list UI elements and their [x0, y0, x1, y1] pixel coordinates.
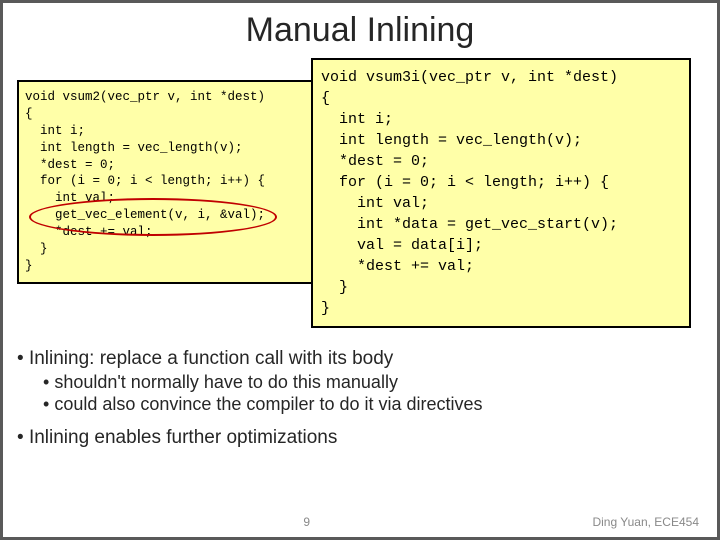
bullet-further-opt: Inlining enables further optimizations — [29, 427, 337, 448]
code-block-vsum3i: void vsum3i(vec_ptr v, int *dest) { int … — [311, 58, 691, 328]
bullet-inlining-def: Inlining: replace a function call with i… — [29, 348, 393, 369]
code-row: void vsum2(vec_ptr v, int *dest) { int i… — [17, 58, 703, 328]
bullet-manual-note: shouldn't normally have to do this manua… — [54, 372, 398, 392]
slide-frame: Manual Inlining void vsum2(vec_ptr v, in… — [0, 0, 720, 540]
slide-footer: 9 Ding Yuan, ECE454 — [3, 515, 717, 529]
bullet-compiler-note: could also convince the compiler to do i… — [54, 394, 482, 414]
page-number: 9 — [21, 515, 592, 529]
bullet-list: Inlining: replace a function call with i… — [17, 348, 703, 461]
author-label: Ding Yuan, ECE454 — [592, 515, 699, 529]
code-block-vsum2: void vsum2(vec_ptr v, int *dest) { int i… — [17, 80, 315, 284]
slide-title: Manual Inlining — [17, 11, 703, 50]
